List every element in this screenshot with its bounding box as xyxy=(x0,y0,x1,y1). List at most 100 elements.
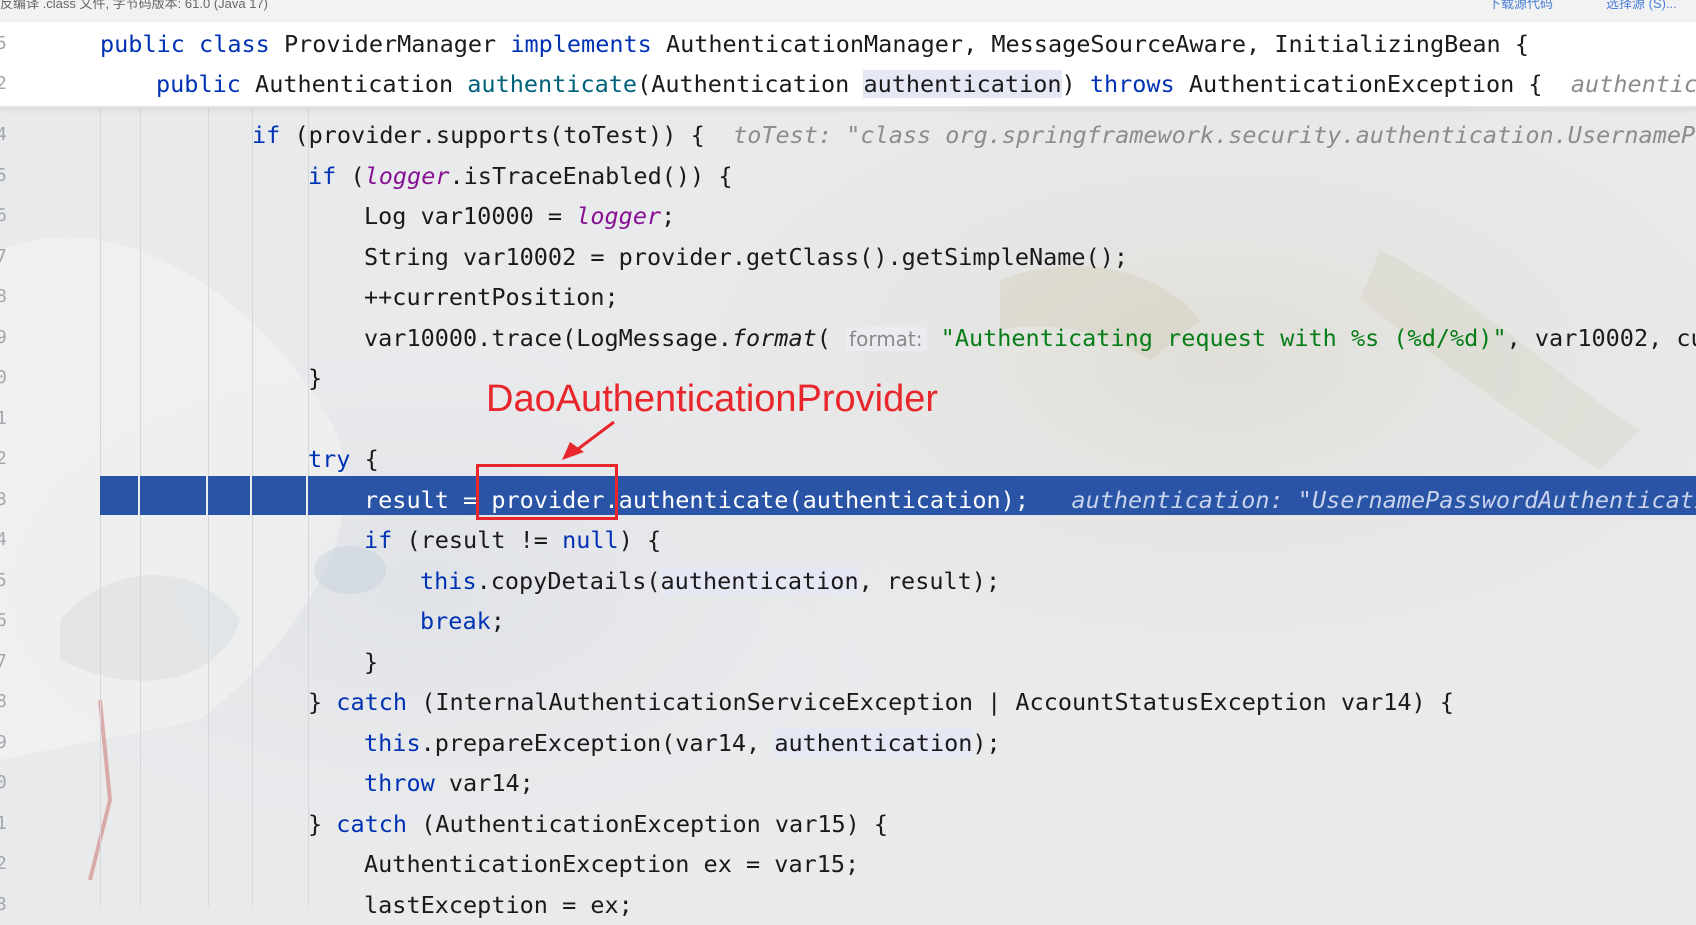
code-text: throw var14; xyxy=(364,763,534,803)
annotation-highlight-box xyxy=(476,464,618,520)
code-text: String var10002 = provider.getClass().ge… xyxy=(364,237,1128,277)
line-number[interactable]: 9 xyxy=(0,318,10,358)
code-line[interactable]: 6 Log var10000 = logger; xyxy=(0,196,1696,236)
line-number[interactable]: 6 xyxy=(0,601,10,641)
line-number[interactable]: 5 xyxy=(0,24,10,64)
code-line[interactable]: 9 var10000.trace(LogMessage.format( forma… xyxy=(0,318,1696,358)
code-token: Authentication xyxy=(255,70,468,98)
code-line[interactable]: 7 String var10002 = provider.getClass().g… xyxy=(0,237,1696,277)
code-text: public Authentication authenticate(Authe… xyxy=(156,64,1696,104)
code-token: .prepareException(var14, xyxy=(420,728,775,757)
code-editor[interactable]: 4 if (provider.supports(toTest)) { toTest… xyxy=(0,0,1696,919)
line-number[interactable]: 5 xyxy=(0,156,10,196)
code-line[interactable]: 7} xyxy=(0,642,1696,682)
code-token: , var10002, cur xyxy=(1506,323,1696,352)
code-text: public class ProviderManager implements … xyxy=(100,24,1529,64)
code-token: authentication xyxy=(660,566,859,595)
annotation-arrow-icon xyxy=(562,420,615,460)
code-text: break; xyxy=(420,601,505,641)
code-token: authentication xyxy=(774,728,973,757)
code-token: String var10002 = provider.getClass().ge… xyxy=(364,242,1129,271)
code-token: , result); xyxy=(858,566,1001,595)
line-number[interactable]: 2 xyxy=(0,844,10,884)
code-line[interactable]: 5 if (logger.isTraceEnabled()) { xyxy=(0,156,1696,196)
code-line[interactable]: 2 public Authentication authenticate(Auth… xyxy=(0,64,1696,104)
line-number[interactable]: 8 xyxy=(0,277,10,317)
code-line[interactable]: 8 } catch (InternalAuthenticationServiceE… xyxy=(0,682,1696,722)
code-token: ) { xyxy=(618,526,662,554)
line-number[interactable]: 6 xyxy=(0,196,10,236)
code-line[interactable]: 3 result = provider.authenticate(authenti… xyxy=(0,480,1696,520)
code-text: } catch (AuthenticationException var15) … xyxy=(308,804,888,844)
code-text: try { xyxy=(308,439,379,479)
code-token: ); xyxy=(972,728,1001,757)
code-token: Log var10000 = xyxy=(364,202,577,230)
code-text: } catch (InternalAuthenticationServiceEx… xyxy=(308,682,1454,722)
line-number[interactable]: 7 xyxy=(0,642,10,682)
code-token: .isTraceEnabled()) { xyxy=(449,161,733,190)
line-number[interactable]: 1 xyxy=(0,399,10,439)
line-number[interactable]: 9 xyxy=(0,723,10,763)
code-line[interactable]: 4 if (result != null) { xyxy=(0,520,1696,560)
code-token: implements xyxy=(510,30,666,58)
code-token: format xyxy=(731,323,817,352)
code-text: this.prepareException(var14, authenticat… xyxy=(364,723,1001,763)
code-text: AuthenticationException ex = var15; xyxy=(364,844,859,884)
line-number[interactable]: 5 xyxy=(0,561,10,601)
code-token: class xyxy=(199,30,284,58)
code-token: ) xyxy=(1061,70,1090,98)
sticky-scroll-header[interactable]: 5 public class ProviderManager implements… xyxy=(0,22,1696,108)
code-token: { xyxy=(364,445,379,473)
code-token: this xyxy=(420,566,477,595)
code-token: ; xyxy=(490,607,505,635)
code-token: if xyxy=(364,526,407,554)
line-number[interactable]: 8 xyxy=(0,682,10,722)
code-token: ( xyxy=(350,161,365,190)
code-line[interactable]: 1 } catch (AuthenticationException var15)… xyxy=(0,804,1696,844)
code-token: (InternalAuthenticationServiceException … xyxy=(421,688,1455,716)
code-token: ++currentPosition; xyxy=(364,283,619,311)
line-number[interactable]: 3 xyxy=(0,885,10,925)
code-token: throws xyxy=(1089,70,1189,98)
line-number[interactable]: 2 xyxy=(0,64,10,104)
line-number[interactable]: 0 xyxy=(0,763,10,803)
code-token: ProviderManager xyxy=(283,30,511,58)
code-token: if xyxy=(308,161,351,190)
code-line[interactable]: 9 this.prepareException(var14, authentica… xyxy=(0,723,1696,763)
code-token: ( xyxy=(816,323,846,352)
line-number[interactable]: 0 xyxy=(0,358,10,398)
code-text: var10000.trace(LogMessage.format( format… xyxy=(364,318,1696,359)
code-token: public xyxy=(100,30,200,58)
line-number[interactable]: 3 xyxy=(0,480,10,520)
code-token: break xyxy=(420,607,491,635)
code-line[interactable]: 3 lastException = ex; xyxy=(0,885,1696,925)
code-token: var14; xyxy=(448,769,534,797)
code-line[interactable]: 0 throw var14; xyxy=(0,763,1696,803)
code-token: result = provider.authenticate(authentic… xyxy=(364,485,1072,514)
code-token: AuthenticationException { xyxy=(1188,70,1571,98)
line-number[interactable]: 7 xyxy=(0,237,10,277)
code-line[interactable]: 6 break; xyxy=(0,601,1696,641)
line-number[interactable]: 4 xyxy=(0,520,10,560)
code-line[interactable]: 8 ++currentPosition; xyxy=(0,277,1696,317)
code-line[interactable]: 5 public class ProviderManager implements… xyxy=(0,24,1696,64)
line-number[interactable]: 4 xyxy=(0,115,10,155)
code-token: } xyxy=(364,647,379,676)
code-line[interactable]: 5 this.copyDetails(authentication, result… xyxy=(0,561,1696,601)
code-token: logger xyxy=(364,161,450,190)
code-token: try xyxy=(308,445,365,473)
code-line[interactable]: 4 if (provider.supports(toTest)) { toTest… xyxy=(0,115,1696,155)
code-line[interactable]: 2 try { xyxy=(0,439,1696,479)
code-text: Log var10000 = logger; xyxy=(364,196,675,236)
code-token: } xyxy=(308,809,337,838)
code-token: logger xyxy=(576,202,662,230)
code-token: AuthenticationException ex = var15; xyxy=(364,850,860,878)
code-token: (AuthenticationException var15) { xyxy=(421,809,889,838)
code-text: if (logger.isTraceEnabled()) { xyxy=(308,156,732,196)
code-line[interactable]: 2 AuthenticationException ex = var15; xyxy=(0,844,1696,884)
line-number[interactable]: 1 xyxy=(0,804,10,844)
line-number[interactable]: 2 xyxy=(0,439,10,479)
code-token: authentication xyxy=(863,70,1062,98)
code-token: authenticate xyxy=(467,70,638,98)
